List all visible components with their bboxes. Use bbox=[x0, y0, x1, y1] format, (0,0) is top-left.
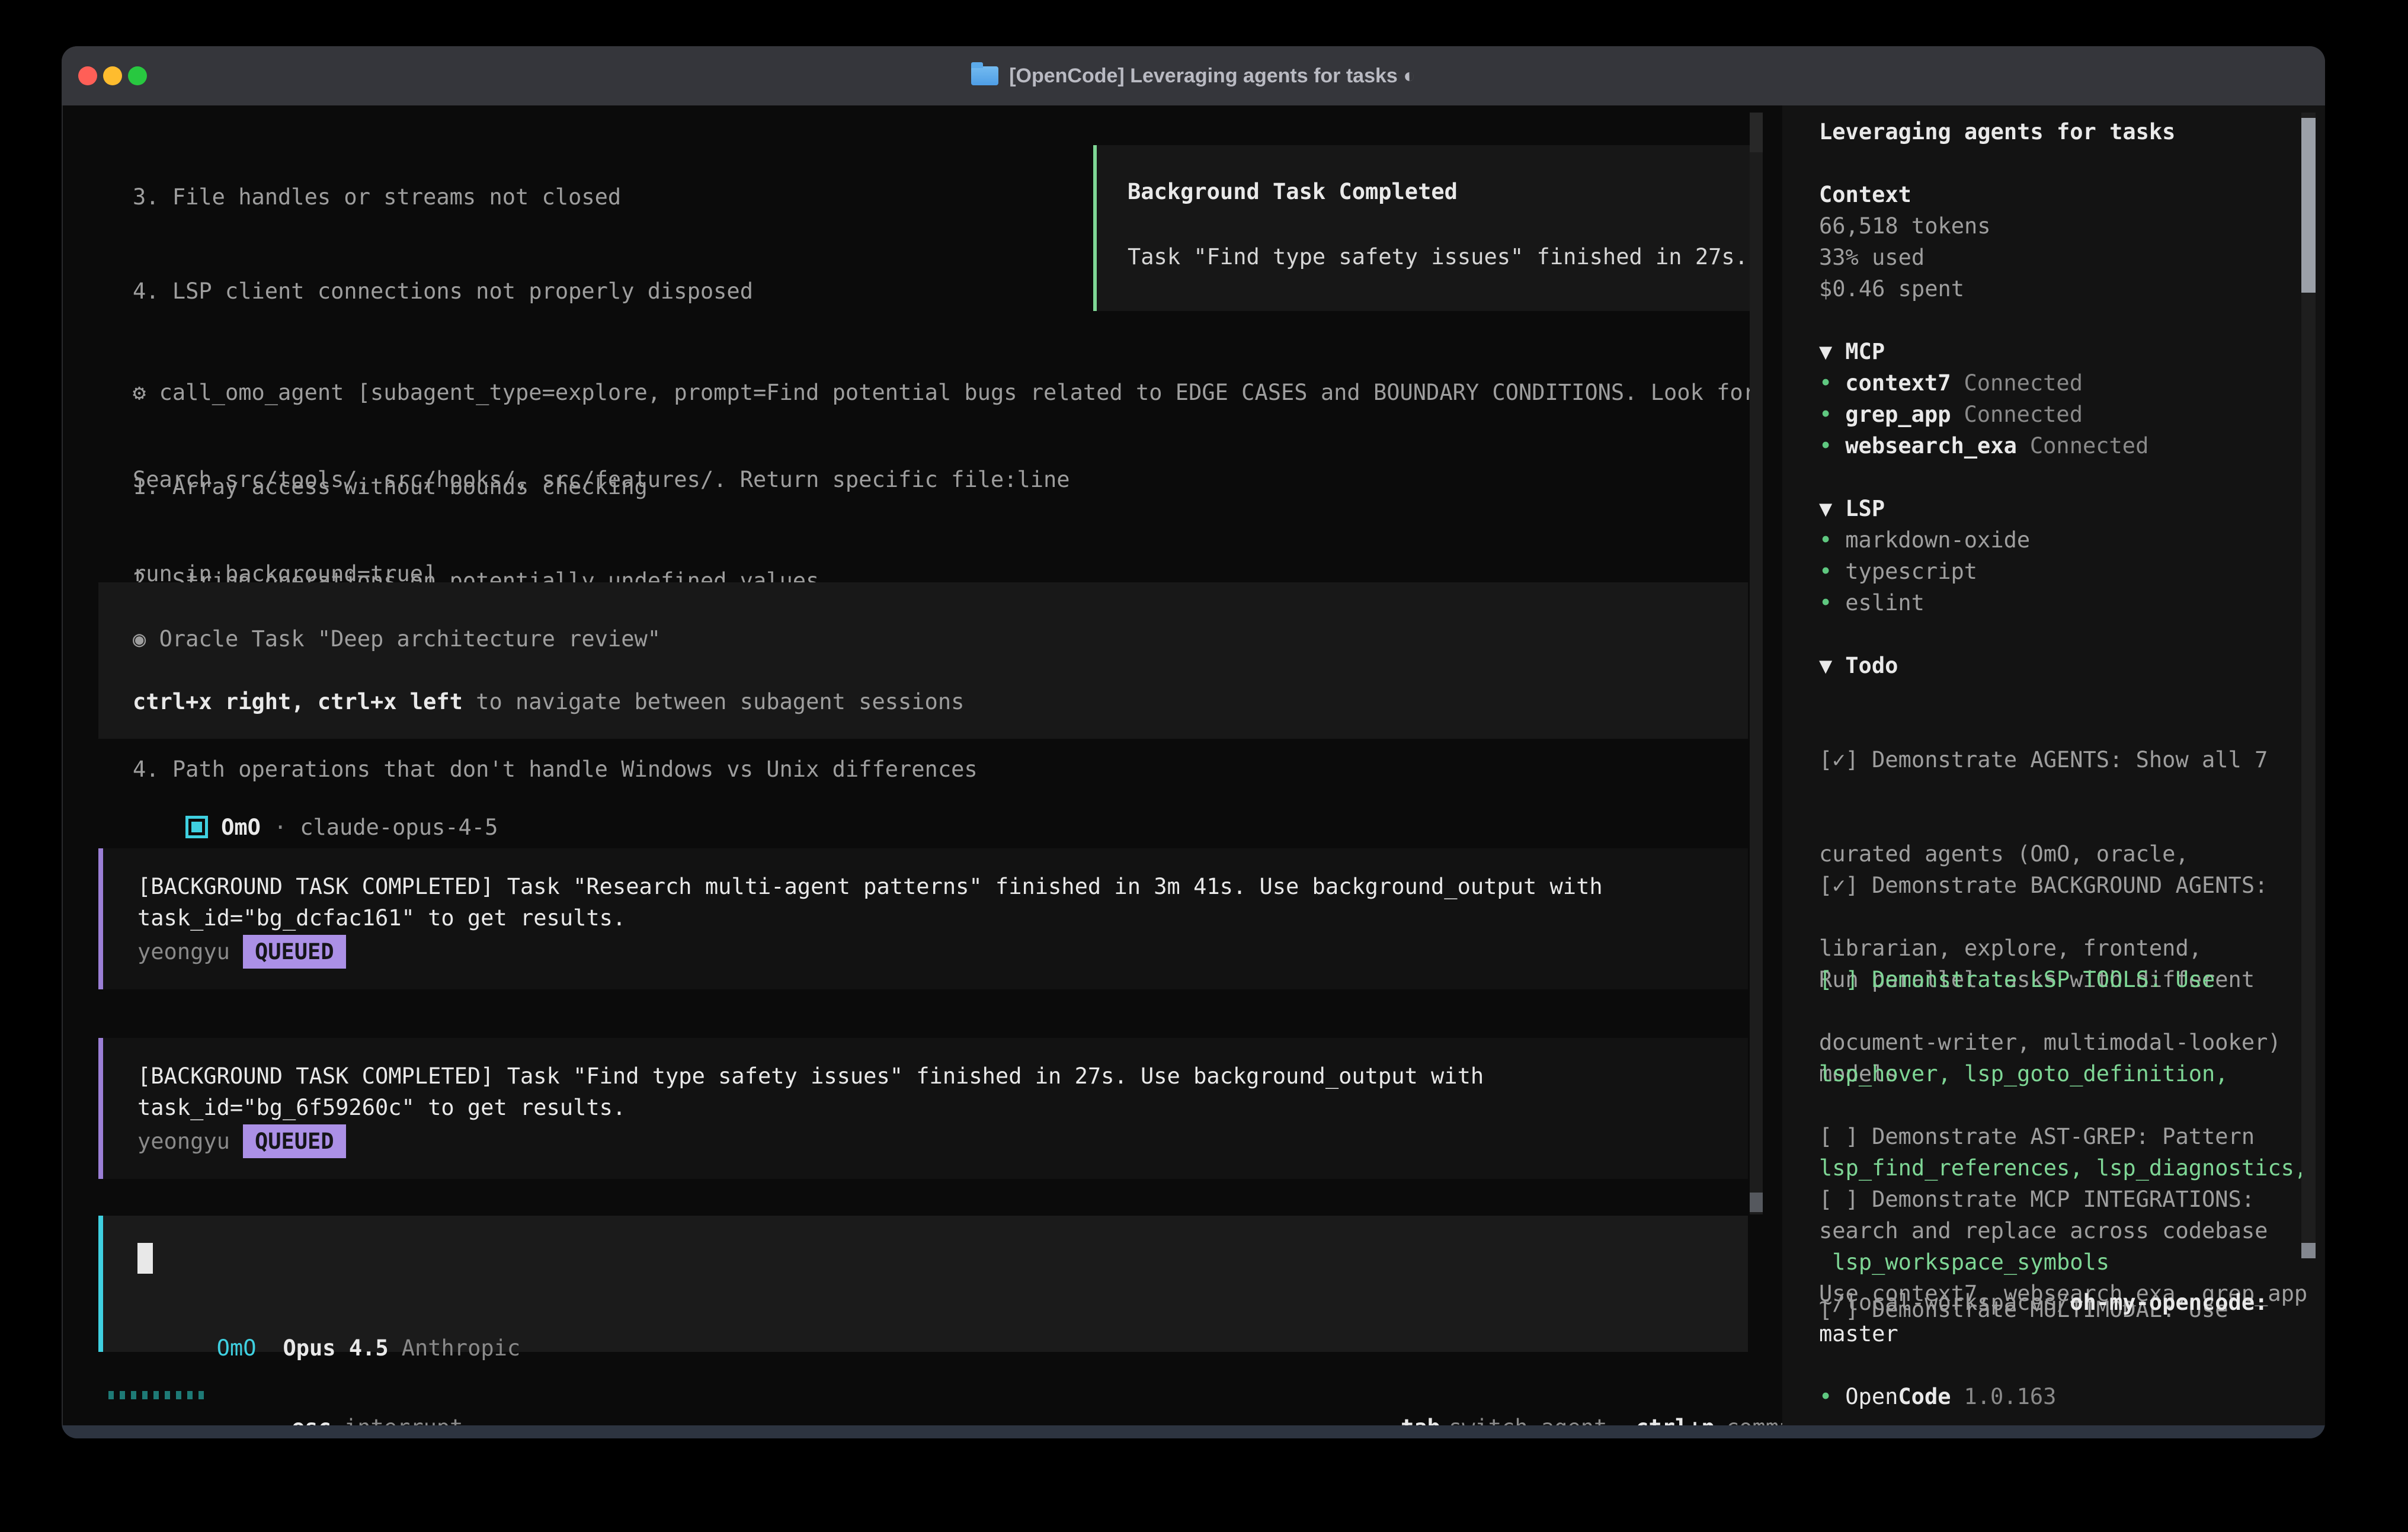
gear-icon: ⚙ bbox=[133, 380, 146, 405]
toast-body: Task "Find type safety issues" finished … bbox=[1128, 241, 1748, 273]
context-tokens: 66,518 tokens bbox=[1819, 210, 1991, 242]
agent-model: claude-opus-4-5 bbox=[300, 815, 498, 840]
lsp-item: •markdown-oxide bbox=[1819, 524, 2030, 556]
terminal-window: [OpenCode] Leveraging agents for tasks ◐… bbox=[62, 46, 2325, 1438]
oracle-task-box: ◉ Oracle Task "Deep architecture review"… bbox=[98, 582, 1748, 739]
status-dot-icon: • bbox=[1819, 527, 1832, 553]
tool-call-line1: ⚙ call_omo_agent [subagent_type=explore,… bbox=[133, 377, 1756, 408]
workspace-branch: master bbox=[1819, 1318, 1898, 1350]
sidebar-scrollbar[interactable] bbox=[2301, 113, 2316, 1251]
message-footer: yeongyu QUEUED bbox=[137, 1124, 346, 1158]
message-line: task_id="bg_dcfac161" to get results. bbox=[137, 902, 626, 934]
toast-title: Background Task Completed bbox=[1128, 176, 1458, 207]
message-footer: yeongyu QUEUED bbox=[137, 935, 346, 969]
window-bottom-edge bbox=[62, 1425, 2325, 1438]
workspace-path: ~/local-workspaces/oh-my-opencode: bbox=[1819, 1287, 2268, 1318]
username: yeongyu bbox=[137, 939, 230, 964]
background-task-toast: Background Task Completed Task "Find typ… bbox=[1093, 145, 1755, 311]
agent-icon bbox=[185, 816, 208, 838]
tool-call-line: 1. Array access without bounds checking bbox=[133, 471, 1756, 502]
session-title: Leveraging agents for tasks bbox=[1819, 116, 2175, 148]
agent-name: OmO bbox=[217, 1335, 257, 1361]
output-line: 4. LSP client connections not properly d… bbox=[133, 275, 1070, 307]
output-line: 3. File handles or streams not closed bbox=[133, 181, 1070, 213]
background-task-message: [BACKGROUND TASK COMPLETED] Task "Find t… bbox=[98, 1038, 1748, 1179]
oracle-task-title-row: ◉ Oracle Task "Deep architecture review" bbox=[133, 623, 661, 655]
lsp-item: •eslint bbox=[1819, 587, 1925, 618]
collapse-triangle-icon: ▼ bbox=[1819, 339, 1832, 364]
message-line: [BACKGROUND TASK COMPLETED] Task "Find t… bbox=[137, 1060, 1484, 1092]
main-scrollbar[interactable] bbox=[1750, 113, 1763, 1214]
lsp-item: •typescript bbox=[1819, 556, 1977, 587]
mcp-item: •websearch_exaConnected bbox=[1819, 430, 2148, 461]
message-line: [BACKGROUND TASK COMPLETED] Task "Resear… bbox=[137, 871, 1603, 902]
folder-icon bbox=[971, 66, 998, 85]
text-cursor bbox=[137, 1243, 153, 1274]
status-dot-icon: • bbox=[1819, 1384, 1832, 1409]
context-used: 33% used bbox=[1819, 242, 1925, 273]
background-task-message: [BACKGROUND TASK COMPLETED] Task "Resear… bbox=[98, 848, 1748, 989]
context-spent: $0.46 spent bbox=[1819, 273, 1964, 305]
context-header: Context bbox=[1819, 179, 1911, 210]
close-button[interactable] bbox=[78, 66, 97, 85]
spinner-dots bbox=[108, 1391, 210, 1402]
username: yeongyu bbox=[137, 1129, 230, 1154]
minimize-button[interactable] bbox=[103, 66, 122, 85]
todo-section-header[interactable]: ▼Todo bbox=[1819, 650, 1898, 681]
session-sidebar: Leveraging agents for tasks Context 66,5… bbox=[1782, 105, 2325, 1425]
mcp-item: •context7Connected bbox=[1819, 367, 2083, 399]
separator-dot: · bbox=[274, 815, 287, 840]
status-dot-icon: • bbox=[1819, 559, 1832, 584]
lsp-section-header[interactable]: ▼LSP bbox=[1819, 493, 1885, 524]
status-dot-icon: • bbox=[1819, 370, 1832, 396]
status-dot-icon: • bbox=[1819, 433, 1832, 459]
titlebar[interactable]: [OpenCode] Leveraging agents for tasks ◐ bbox=[62, 46, 2325, 105]
keybind-text: ctrl+x right, ctrl+x left bbox=[133, 689, 463, 714]
version-row: •OpenCode1.0.163 bbox=[1819, 1381, 2056, 1412]
status-dot-icon: • bbox=[1819, 402, 1832, 427]
model-label: Opus 4.5 bbox=[283, 1335, 388, 1361]
collapse-triangle-icon: ▼ bbox=[1819, 653, 1832, 678]
zoom-button[interactable] bbox=[128, 66, 147, 85]
prompt-input[interactable]: OmOOpus 4.5Anthropic bbox=[98, 1216, 1748, 1352]
sidebar-scrollbar-thumb-lower[interactable] bbox=[2301, 1243, 2316, 1258]
record-icon: ◉ bbox=[133, 626, 146, 652]
sidebar-scrollbar-thumb[interactable] bbox=[2301, 118, 2316, 293]
queued-badge: QUEUED bbox=[243, 1124, 346, 1158]
window-title: [OpenCode] Leveraging agents for tasks ◐ bbox=[1009, 65, 1416, 88]
status-dot-icon: • bbox=[1819, 590, 1832, 616]
oracle-hint-row: ctrl+x right, ctrl+x left to navigate be… bbox=[133, 686, 964, 717]
main-scrollbar-top-segment[interactable] bbox=[1750, 113, 1763, 152]
queued-badge: QUEUED bbox=[243, 935, 346, 969]
collapse-triangle-icon: ▼ bbox=[1819, 496, 1832, 521]
mcp-section-header[interactable]: ▼MCP bbox=[1819, 336, 1885, 367]
message-line: task_id="bg_6f59260c" to get results. bbox=[137, 1092, 626, 1123]
agent-name: OmO bbox=[221, 815, 261, 840]
provider-label: Anthropic bbox=[402, 1335, 520, 1361]
main-scrollbar-thumb[interactable] bbox=[1750, 1193, 1763, 1212]
mcp-item: •grep_appConnected bbox=[1819, 399, 2083, 430]
